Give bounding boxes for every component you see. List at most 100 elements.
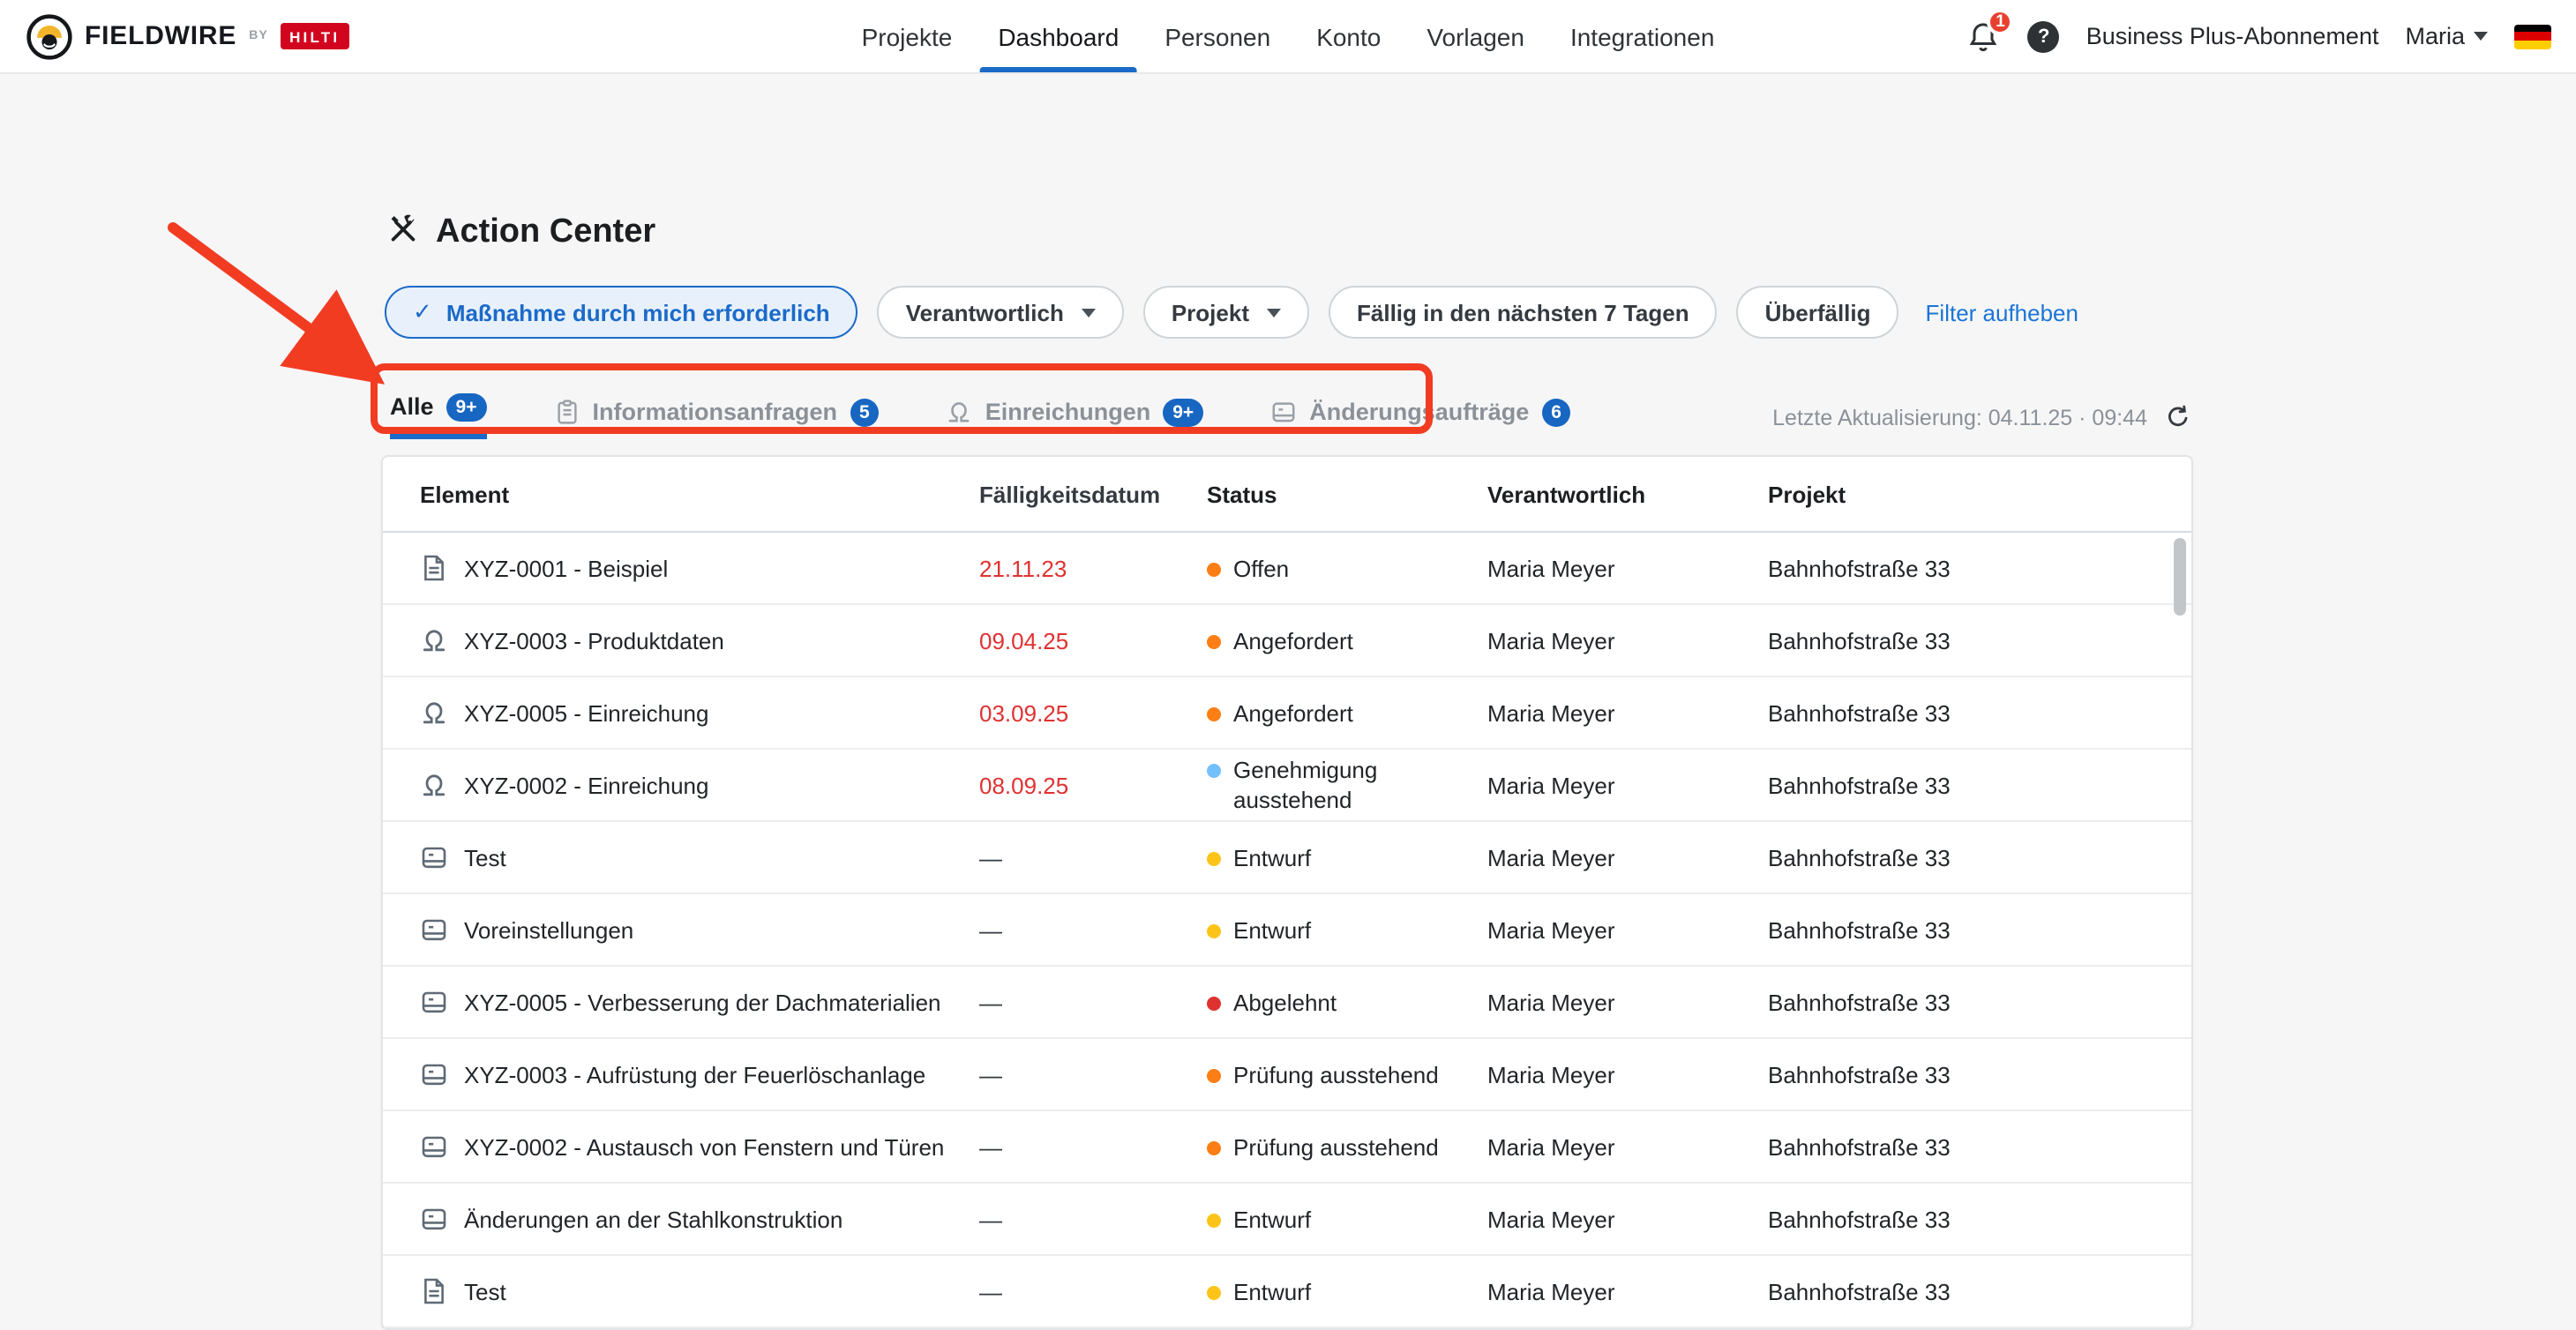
status-label: Entwurf	[1233, 1276, 1311, 1306]
annotation-arrow	[152, 213, 416, 404]
due-date: —	[979, 844, 1207, 870]
scrollbar-thumb[interactable]	[2174, 538, 2186, 616]
filter-pill-overdue[interactable]: Überfällig	[1737, 286, 1899, 339]
responsible-cell: Maria Meyer	[1487, 699, 1768, 726]
nav-item-integrationen[interactable]: Integrationen	[1567, 0, 1718, 72]
status-dot	[1207, 923, 1221, 938]
tab-informationsanfragen[interactable]: Informationsanfragen 5	[554, 399, 880, 438]
tabs: Alle 9+ Informationsanfragen 5 Einreichu…	[390, 393, 1571, 438]
element-label: XYZ-0005 - Einreichung	[464, 699, 709, 726]
tab-label: Änderungsaufträge	[1309, 400, 1529, 426]
element-cell: Test	[383, 1277, 979, 1305]
user-name: Maria	[2405, 23, 2465, 49]
status-dot	[1207, 1285, 1221, 1299]
tab-alle[interactable]: Alle 9+	[390, 393, 487, 438]
tab-aenderungsauftraege[interactable]: Änderungsaufträge 6	[1270, 399, 1571, 438]
table-row[interactable]: XYZ-0005 - Einreichung03.09.25Angeforder…	[383, 677, 2191, 750]
project-cell: Bahnhofstraße 33	[1768, 844, 2191, 870]
table-row[interactable]: XYZ-0005 - Verbesserung der Dachmaterial…	[383, 967, 2191, 1039]
table-row[interactable]: XYZ-0001 - Beispiel21.11.23OffenMaria Me…	[383, 533, 2191, 605]
subscription-label: Business Plus-Abonnement	[2086, 23, 2379, 49]
status-cell: Angefordert	[1207, 698, 1487, 728]
user-menu[interactable]: Maria	[2405, 23, 2488, 49]
table-row[interactable]: Test—EntwurfMaria MeyerBahnhofstraße 33	[383, 822, 2191, 894]
nav-item-projekte[interactable]: Projekte	[858, 0, 956, 72]
due-date: 08.09.25	[979, 772, 1207, 798]
element-label: XYZ-0002 - Einreichung	[464, 772, 709, 798]
status-dot	[1207, 634, 1221, 648]
element-label: XYZ-0003 - Aufrüstung der Feuerlöschanla…	[464, 1061, 925, 1087]
refresh-icon[interactable]	[2165, 404, 2191, 430]
filter-pill-due-7-days[interactable]: Fällig in den nächsten 7 Tagen	[1329, 286, 1718, 339]
chevron-down-icon	[1267, 308, 1281, 317]
status-cell: Offen	[1207, 553, 1487, 583]
chevron-down-icon	[1082, 308, 1096, 317]
notifications-bell-icon[interactable]: 1	[1966, 17, 2002, 56]
nav-item-dashboard[interactable]: Dashboard	[994, 0, 1122, 72]
notification-badge: 1	[1987, 8, 2014, 34]
table-row[interactable]: XYZ-0003 - Produktdaten09.04.25Angeforde…	[383, 605, 2191, 677]
action-table: Element Fälligkeitsdatum Status Verantwo…	[381, 455, 2193, 1330]
project-cell: Bahnhofstraße 33	[1768, 555, 2191, 581]
nav-item-konto[interactable]: Konto	[1313, 0, 1384, 72]
element-cell: XYZ-0002 - Austausch von Fenstern und Tü…	[383, 1132, 979, 1161]
element-cell: XYZ-0002 - Einreichung	[383, 771, 979, 799]
status-label: Prüfung ausstehend	[1233, 1059, 1439, 1089]
element-label: XYZ-0003 - Produktdaten	[464, 627, 724, 654]
due-date: —	[979, 1206, 1207, 1232]
responsible-cell: Maria Meyer	[1487, 844, 1768, 870]
help-icon[interactable]: ?	[2028, 20, 2060, 52]
status-dot	[1207, 1068, 1221, 1082]
changeorder-icon	[420, 1060, 448, 1088]
tab-einreichungen[interactable]: Einreichungen 9+	[947, 399, 1204, 438]
fieldwire-logo-icon	[26, 13, 72, 59]
clear-filters-link[interactable]: Filter aufheben	[1926, 299, 2078, 325]
element-label: XYZ-0002 - Austausch von Fenstern und Tü…	[464, 1133, 944, 1160]
brand-by: BY	[249, 30, 268, 42]
project-cell: Bahnhofstraße 33	[1768, 989, 2191, 1015]
changeorder-icon	[420, 988, 448, 1016]
filter-pill-label: Fällig in den nächsten 7 Tagen	[1357, 299, 1689, 325]
table-row[interactable]: Voreinstellungen—EntwurfMaria MeyerBahnh…	[383, 894, 2191, 967]
filter-pill-label: Maßnahme durch mich erforderlich	[446, 299, 830, 325]
table-row[interactable]: XYZ-0003 - Aufrüstung der Feuerlöschanla…	[383, 1039, 2191, 1111]
responsible-cell: Maria Meyer	[1487, 989, 1768, 1015]
due-date: 21.11.23	[979, 555, 1207, 581]
stamp-icon	[420, 699, 448, 727]
filter-dropdown-project[interactable]: Projekt	[1143, 286, 1309, 339]
tab-label: Alle	[390, 394, 434, 421]
element-cell: Änderungen an der Stahlkonstruktion	[383, 1205, 979, 1233]
status-dot	[1207, 996, 1221, 1010]
topbar-right: 1 ? Business Plus-Abonnement Maria	[1966, 0, 2551, 72]
brand[interactable]: FIELDWIRE BY HILTI	[26, 0, 348, 72]
change-order-icon	[1270, 400, 1297, 426]
responsible-cell: Maria Meyer	[1487, 1133, 1768, 1160]
language-flag-german[interactable]	[2514, 24, 2551, 49]
project-cell: Bahnhofstraße 33	[1768, 772, 2191, 798]
check-icon: ✓	[413, 298, 432, 326]
status-label: Entwurf	[1233, 915, 1311, 945]
responsible-cell: Maria Meyer	[1487, 772, 1768, 798]
tab-label: Einreichungen	[985, 400, 1151, 426]
filter-dropdown-responsible[interactable]: Verantwortlich	[878, 286, 1124, 339]
hilti-logo: HILTI	[281, 23, 348, 49]
changeorder-icon	[420, 1132, 448, 1161]
table-row[interactable]: XYZ-0002 - Einreichung 08.09.25Genehmigun…	[383, 750, 2191, 822]
nav-item-personen[interactable]: Personen	[1161, 0, 1274, 72]
status-cell: Genehmigung ausstehend	[1207, 755, 1487, 815]
project-cell: Bahnhofstraße 33	[1768, 1278, 2191, 1304]
status-label: Angefordert	[1233, 625, 1353, 655]
filter-pill-action-required[interactable]: ✓ Maßnahme durch mich erforderlich	[385, 286, 858, 339]
page-header: Action Center	[386, 212, 655, 254]
table-row[interactable]: XYZ-0002 - Austausch von Fenstern und Tü…	[383, 1111, 2191, 1184]
table-row[interactable]: Test—EntwurfMaria MeyerBahnhofstraße 33	[383, 1256, 2191, 1328]
chevron-down-icon	[2474, 32, 2488, 41]
column-header-status: Status	[1207, 479, 1487, 509]
status-label: Entwurf	[1233, 1204, 1311, 1234]
status-dot	[1207, 562, 1221, 576]
table-row[interactable]: Änderungen an der Stahlkonstruktion— Entw…	[383, 1184, 2191, 1256]
project-cell: Bahnhofstraße 33	[1768, 1061, 2191, 1087]
form-icon	[420, 1277, 448, 1305]
due-date: —	[979, 1278, 1207, 1304]
nav-item-vorlagen[interactable]: Vorlagen	[1423, 0, 1528, 72]
